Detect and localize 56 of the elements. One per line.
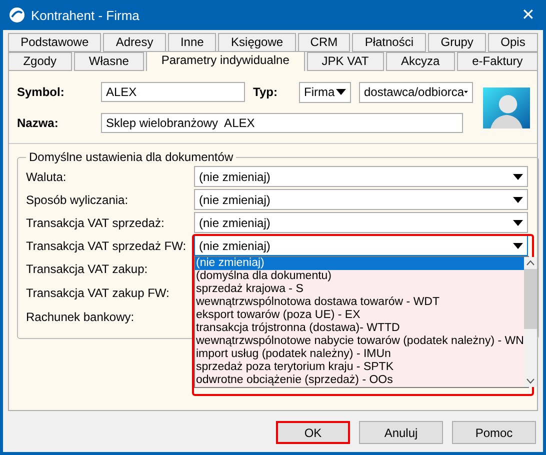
field-label: Transakcja VAT sprzedaż FW: bbox=[26, 238, 188, 252]
dropdown-arrow-icon bbox=[513, 174, 523, 180]
dropdown-arrow-icon bbox=[513, 196, 523, 202]
dropdown-option[interactable]: (nie zmieniaj) bbox=[195, 257, 524, 270]
dialog-button[interactable]: Anuluj bbox=[359, 421, 443, 444]
tab[interactable]: Podstawowe bbox=[8, 33, 102, 52]
tab[interactable]: CRM bbox=[298, 33, 350, 52]
dropdown-option[interactable]: (domyślna dla dokumentu) bbox=[195, 270, 524, 283]
dropdown-option[interactable]: sprzedaż krajowa - S bbox=[195, 283, 524, 296]
type-label: Typ: bbox=[253, 85, 278, 99]
field-label: Waluta: bbox=[26, 170, 68, 184]
tab[interactable]: Księgowe bbox=[218, 33, 296, 52]
dropdown-option[interactable]: transakcja trójstronna (dostawa)- WTTD bbox=[195, 322, 524, 335]
select-field[interactable]: (nie zmieniaj) bbox=[194, 166, 528, 187]
window-title: Kontrahent - Firma bbox=[31, 8, 140, 22]
tab[interactable]: Inne bbox=[168, 33, 216, 52]
dropdown-arrow-icon bbox=[513, 220, 523, 226]
name-label: Nazwa: bbox=[17, 116, 60, 130]
tab[interactable]: Płatności bbox=[352, 33, 426, 52]
dropdown-arrow-icon bbox=[336, 89, 346, 95]
group-title: Domyślne ustawienia dla dokumentów bbox=[28, 150, 234, 164]
dropdown-option[interactable]: eksport towarów (poza UE) - EX bbox=[195, 309, 524, 322]
tab[interactable]: e-Faktury bbox=[456, 52, 538, 71]
dropdown-option[interactable]: sprzedaż poza terytorium kraju - SPTK bbox=[195, 361, 524, 374]
field-label: Rachunek bankowy: bbox=[26, 310, 136, 324]
tab[interactable]: Adresy bbox=[103, 33, 166, 52]
dropdown-option[interactable]: odwrotne obciążenie (sprzedaż) - OOs bbox=[195, 374, 524, 387]
dropdown-option[interactable]: import usług (podatek należny) - IMUn bbox=[195, 348, 524, 361]
tab[interactable]: JPK VAT bbox=[306, 52, 384, 71]
dropdown-arrow-icon bbox=[464, 89, 468, 95]
dropdown-arrow-icon bbox=[513, 242, 523, 248]
dialog-button[interactable]: OK bbox=[276, 421, 350, 444]
app-logo-icon bbox=[9, 7, 25, 23]
role-dropdown[interactable]: dostawca/odbiorca bbox=[359, 82, 473, 102]
dialog-button[interactable]: Pomoc bbox=[452, 421, 536, 444]
tab[interactable]: Akcyza bbox=[386, 52, 455, 71]
tab[interactable]: Własne bbox=[74, 52, 144, 71]
field-label: Sposób wyliczania: bbox=[26, 192, 130, 206]
select-field[interactable]: (nie zmieniaj) bbox=[194, 212, 528, 233]
field-label: Transakcja VAT sprzedaż: bbox=[26, 216, 166, 230]
tab[interactable]: Parametry indywidualne bbox=[146, 51, 305, 71]
symbol-label: Symbol: bbox=[17, 85, 66, 99]
select-field[interactable]: (nie zmieniaj) bbox=[194, 189, 528, 210]
dropdown-option[interactable]: wewnątrzwspólnotowa dostawa towarów - WDT bbox=[195, 296, 524, 309]
name-field[interactable]: Sklep wielobranżowy ALEX bbox=[101, 113, 463, 133]
dropdown-option[interactable]: wewnątrzwspólnotowe nabycie towarów (podatek należny) - WN bbox=[195, 335, 524, 348]
type-dropdown[interactable]: Firma bbox=[299, 82, 351, 102]
tab[interactable]: Grupy bbox=[428, 33, 486, 52]
select-field[interactable]: (nie zmieniaj) bbox=[194, 235, 528, 256]
tab[interactable]: Opis bbox=[488, 33, 538, 52]
field-label: Transakcja VAT zakup: bbox=[26, 262, 149, 276]
close-button[interactable]: ✕ bbox=[513, 5, 543, 25]
tab[interactable]: Zgody bbox=[8, 52, 72, 71]
scrollbar[interactable] bbox=[524, 257, 537, 387]
symbol-field[interactable]: ALEX bbox=[101, 82, 245, 102]
field-label: Transakcja VAT zakup FW: bbox=[26, 286, 170, 300]
